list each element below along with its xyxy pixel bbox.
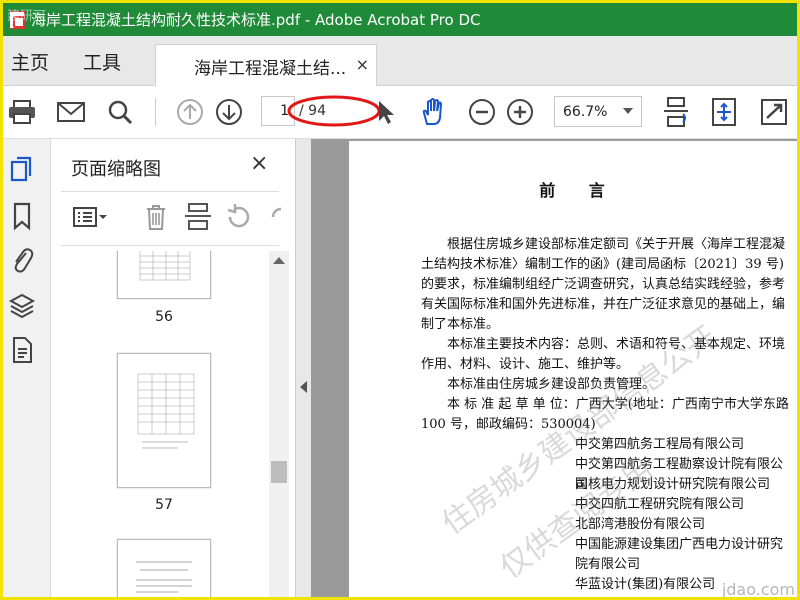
menu-bar: 主页 工具 海岸工程混凝土结... ×	[3, 36, 797, 86]
pdf-page: 前 言 根据住房城乡建设部标准定额司《关于开展〈海岸工程混凝土结构技术标准〉编制…	[349, 141, 797, 599]
organization-line: 中国能源建设集团广西电力设计研究院有限公司	[575, 537, 784, 572]
next-page-icon[interactable]	[212, 96, 246, 128]
page-thumbnail[interactable]	[117, 353, 211, 488]
menu-tools[interactable]: 工具	[83, 48, 121, 75]
document-paragraph: 本标准主要技术内容：总则、术语和符号、基本规定、环境作用、材料、设计、施工、维护…	[421, 337, 786, 372]
document-tab-label: 海岸工程混凝土结...	[194, 59, 347, 79]
panel-divider	[61, 191, 279, 192]
select-cursor-icon[interactable]	[369, 96, 403, 128]
document-heading: 前 言	[539, 181, 619, 200]
window-title: 海岸工程混凝土结构耐久性技术标准.pdf - Adobe Acrobat Pro…	[31, 11, 481, 29]
zoom-out-icon[interactable]	[465, 96, 499, 128]
extract-page-icon[interactable]	[181, 201, 217, 233]
panel-splitter[interactable]	[295, 139, 311, 597]
left-navigation-rail	[3, 139, 51, 597]
rotate-clockwise-icon[interactable]	[259, 201, 281, 233]
tab-close-button[interactable]: ×	[356, 55, 369, 74]
zoom-value: 66.7%	[563, 103, 608, 120]
panel-divider	[61, 245, 279, 246]
document-properties-icon[interactable]	[8, 335, 36, 365]
thumbnail-page-number: 57	[155, 497, 173, 513]
rotate-page-icon[interactable]	[221, 201, 257, 233]
title-bar: 海岸工程混凝土结构耐久性技术标准.pdf - Adobe Acrobat Pro…	[3, 3, 797, 36]
thumbnail-page-number: 56	[155, 309, 173, 325]
menu-home[interactable]: 主页	[11, 48, 49, 75]
attachment-icon[interactable]	[8, 245, 36, 275]
bookmark-icon[interactable]	[8, 201, 36, 231]
red-annotation-oval	[286, 93, 382, 129]
fit-page-icon[interactable]	[707, 96, 741, 128]
email-icon[interactable]	[54, 96, 88, 128]
thumbnail-scrollbar[interactable]	[269, 251, 289, 597]
organization-line: 中交第四航务工程局有限公司	[575, 437, 745, 452]
acrobat-window: 海岸工程混凝土结构耐久性技术标准.pdf - Adobe Acrobat Pro…	[0, 0, 800, 600]
scrolling-mode-icon[interactable]	[659, 96, 693, 128]
thumbnail-panel: 页面缩略图 × 56 57	[51, 139, 295, 597]
zoom-select[interactable]: 66.7%	[554, 96, 642, 127]
corner-watermark: 建研可	[7, 9, 47, 24]
full-screen-icon[interactable]	[757, 96, 791, 128]
scrollbar-thumb[interactable]	[271, 461, 287, 483]
page-thumbnails-icon[interactable]	[8, 155, 36, 185]
toolbar-divider	[155, 98, 156, 126]
panel-close-button[interactable]: ×	[250, 151, 268, 176]
zoom-in-icon[interactable]	[503, 96, 537, 128]
panel-title: 页面缩略图	[71, 159, 161, 180]
chevron-down-icon	[623, 108, 633, 114]
previous-page-icon[interactable]	[173, 96, 207, 128]
thumbnail-options-icon[interactable]	[71, 201, 107, 233]
document-paragraph: 根据住房城乡建设部标准定额司《关于开展〈海岸工程混凝土结构技术标准〉编制工作的函…	[421, 237, 786, 332]
print-icon[interactable]	[5, 96, 39, 128]
document-tab[interactable]: 海岸工程混凝土结... ×	[155, 44, 377, 86]
thumbnail-list: 56 57	[51, 251, 295, 597]
site-watermark: jdao.com	[721, 580, 795, 599]
page-thumbnail[interactable]	[117, 539, 211, 597]
delete-page-icon[interactable]	[139, 201, 175, 233]
collapse-panel-icon[interactable]	[300, 381, 307, 393]
hand-tool-icon[interactable]	[417, 96, 451, 128]
page-thumbnail[interactable]	[117, 251, 211, 299]
toolbar: 1 / 94 66.7%	[3, 86, 797, 139]
document-viewer[interactable]: 前 言 根据住房城乡建设部标准定额司《关于开展〈海岸工程混凝土结构技术标准〉编制…	[311, 139, 797, 599]
search-icon[interactable]	[103, 96, 137, 128]
layers-icon[interactable]	[8, 291, 36, 321]
scroll-up-icon[interactable]	[273, 257, 285, 264]
